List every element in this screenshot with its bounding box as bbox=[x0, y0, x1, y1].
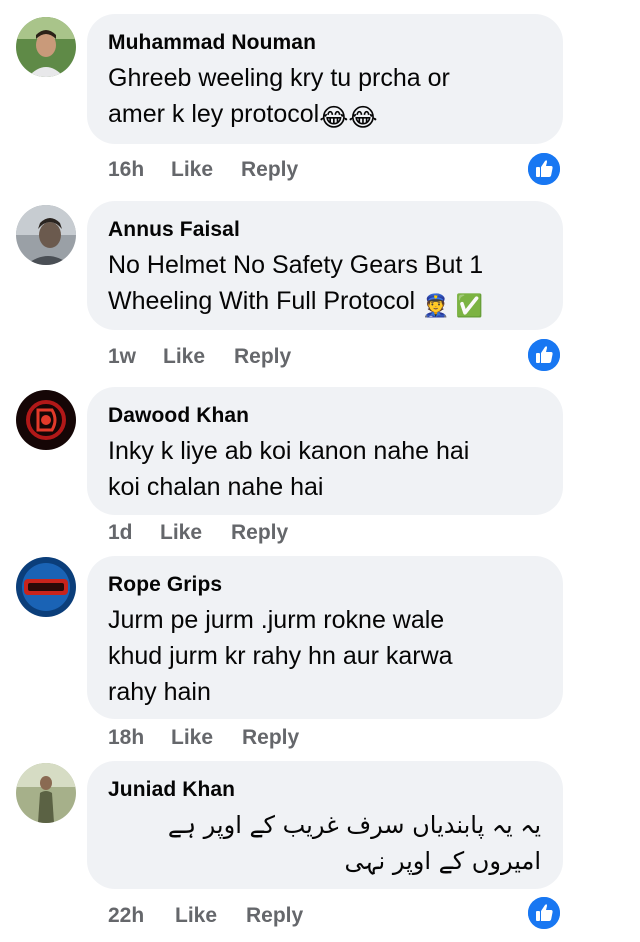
comment-line: امیروں کے اوپر نہی bbox=[344, 847, 541, 875]
like-button[interactable]: Like bbox=[163, 345, 234, 369]
comment-bubble: Annus Faisal No Helmet No Safety Gears B… bbox=[87, 201, 563, 330]
like-reaction-icon[interactable] bbox=[526, 337, 562, 373]
comment-line: koi chalan nahe hai bbox=[108, 473, 324, 501]
comment-line: یہ یہ پابندیاں سرف غریب کے اوپر ہے bbox=[167, 811, 541, 839]
comment-timestamp[interactable]: 18h bbox=[108, 726, 171, 750]
comment-line: khud jurm kr rahy hn aur karwa bbox=[108, 642, 453, 670]
reply-button[interactable]: Reply bbox=[234, 345, 291, 369]
comment-text: Inky k liye ab koi kanon nahe hai koi ch… bbox=[108, 433, 543, 505]
like-button[interactable]: Like bbox=[171, 726, 242, 750]
comment-author[interactable]: Muhammad Nouman bbox=[108, 32, 543, 54]
comment-meta: 22h Like Reply bbox=[108, 904, 303, 928]
avatar-photo bbox=[16, 390, 76, 450]
avatar[interactable] bbox=[16, 17, 76, 77]
like-button[interactable]: Like bbox=[160, 521, 231, 545]
comment-timestamp[interactable]: 1w bbox=[108, 345, 163, 369]
comment-text: No Helmet No Safety Gears But 1 Wheeling… bbox=[108, 247, 543, 324]
comment-line: Jurm pe jurm .jurm rokne wale bbox=[108, 606, 445, 634]
comment-meta: 18h Like Reply bbox=[108, 726, 299, 750]
reply-button[interactable]: Reply bbox=[241, 158, 298, 182]
comment-line: amer k ley protocol bbox=[108, 100, 320, 128]
thumbs-up-icon bbox=[528, 339, 560, 371]
reply-button[interactable]: Reply bbox=[231, 521, 288, 545]
comment-meta: 1d Like Reply bbox=[108, 521, 288, 545]
comment-line: No Helmet No Safety Gears But 1 bbox=[108, 251, 484, 279]
avatar-photo bbox=[16, 205, 76, 265]
comment-line-with-emoji: Wheeling With Full Protocol 👮 ✅ bbox=[108, 283, 543, 324]
comment-bubble: Rope Grips Jurm pe jurm .jurm rokne wale… bbox=[87, 556, 563, 719]
thumbs-up-icon bbox=[528, 897, 560, 929]
laughing-emoji-icon: 😂😂 bbox=[319, 104, 378, 132]
avatar[interactable] bbox=[16, 390, 76, 450]
avatar[interactable] bbox=[16, 557, 76, 617]
like-reaction-icon[interactable] bbox=[526, 151, 562, 187]
comment-line: Ghreeb weeling kry tu prcha or bbox=[108, 64, 450, 92]
comment-bubble: Dawood Khan Inky k liye ab koi kanon nah… bbox=[87, 387, 563, 515]
comment-author[interactable]: Dawood Khan bbox=[108, 405, 543, 427]
avatar-photo bbox=[16, 557, 76, 617]
comment-meta: 1w Like Reply bbox=[108, 345, 291, 369]
comment-line: Inky k liye ab koi kanon nahe hai bbox=[108, 437, 470, 465]
comment-line-with-emoji: amer k ley protocol😂😂 bbox=[108, 96, 543, 136]
comment-line: rahy hain bbox=[108, 678, 211, 706]
comment-text: Jurm pe jurm .jurm rokne wale khud jurm … bbox=[108, 602, 543, 710]
comment-bubble: Muhammad Nouman Ghreeb weeling kry tu pr… bbox=[87, 14, 563, 144]
avatar[interactable] bbox=[16, 205, 76, 265]
comment-bubble: Juniad Khan یہ یہ پابندیاں سرف غریب کے ا… bbox=[87, 761, 563, 889]
like-button[interactable]: Like bbox=[171, 158, 241, 182]
comment-text: یہ یہ پابندیاں سرف غریب کے اوپر ہے امیرو… bbox=[108, 807, 543, 879]
comment-meta: 16h Like Reply bbox=[108, 158, 298, 182]
police-officer-check-emoji-icon: 👮 ✅ bbox=[422, 293, 483, 318]
like-button[interactable]: Like bbox=[175, 904, 246, 928]
comment-author[interactable]: Rope Grips bbox=[108, 574, 543, 596]
comment-author[interactable]: Juniad Khan bbox=[108, 779, 543, 801]
avatar[interactable] bbox=[16, 763, 76, 823]
reply-button[interactable]: Reply bbox=[246, 904, 303, 928]
like-reaction-icon[interactable] bbox=[526, 895, 562, 931]
avatar-photo bbox=[16, 17, 76, 77]
comment-timestamp[interactable]: 22h bbox=[108, 904, 175, 928]
thumbs-up-icon bbox=[528, 153, 560, 185]
comment-timestamp[interactable]: 1d bbox=[108, 521, 160, 545]
comment-line: Wheeling With Full Protocol bbox=[108, 287, 423, 315]
comment-author[interactable]: Annus Faisal bbox=[108, 219, 543, 241]
comment-text: Ghreeb weeling kry tu prcha or amer k le… bbox=[108, 60, 543, 136]
reply-button[interactable]: Reply bbox=[242, 726, 299, 750]
comment-timestamp[interactable]: 16h bbox=[108, 158, 171, 182]
avatar-photo bbox=[16, 763, 76, 823]
